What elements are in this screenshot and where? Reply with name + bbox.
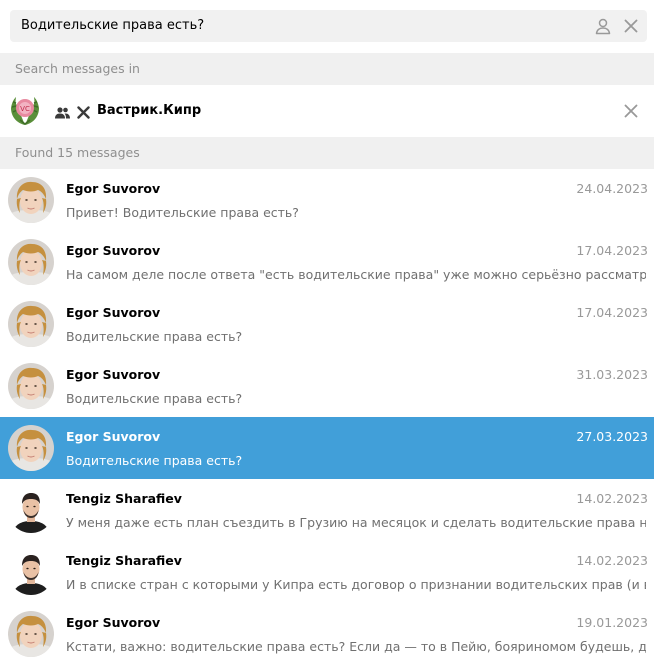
message-date: 19.01.2023 — [576, 615, 648, 630]
search-result-item[interactable]: Egor Suvorov 17.04.2023 Водительские права… — [0, 293, 654, 355]
message-preview: Кстати, важно: водительские права есть? … — [66, 639, 646, 654]
message-date: 17.04.2023 — [576, 305, 648, 320]
results-count-header: Found 15 messages — [0, 137, 654, 169]
message-date: 14.02.2023 — [576, 491, 648, 506]
sender-name: Tengiz Sharafiev — [66, 553, 182, 568]
chat-logo: VC — [8, 94, 42, 128]
sender-name: Tengiz Sharafiev — [66, 491, 182, 506]
avatar — [8, 611, 54, 657]
message-date: 27.03.2023 — [576, 429, 648, 444]
search-result-item[interactable]: Egor Suvorov 24.04.2023 Привет! Водительск… — [0, 169, 654, 231]
message-preview: Водительские права есть? — [66, 329, 243, 344]
avatar — [8, 363, 54, 409]
person-icon[interactable] — [594, 17, 612, 35]
message-date: 14.02.2023 — [576, 553, 648, 568]
message-date: 31.03.2023 — [576, 367, 648, 382]
search-result-item[interactable]: Egor Suvorov 31.03.2023 Водительские права… — [0, 355, 654, 417]
chat-scope-row: VC Вастрик.Кипр — [0, 86, 654, 136]
search-input[interactable]: Водительские права есть? — [21, 10, 204, 42]
search-scope-header: Search messages in — [0, 53, 654, 85]
search-result-item[interactable]: Tengiz Sharafiev 14.02.2023 У меня даже ес… — [0, 479, 654, 541]
search-result-item[interactable]: Egor Suvorov 19.01.2023 Кстати, важно: вод… — [0, 603, 654, 665]
message-preview: Водительские права есть? — [66, 391, 243, 406]
sender-name: Egor Suvorov — [66, 429, 161, 444]
sender-name: Egor Suvorov — [66, 181, 161, 196]
group-icon — [55, 104, 70, 119]
close-icon[interactable] — [622, 17, 640, 35]
message-preview: Водительские права есть? — [66, 453, 243, 468]
avatar — [8, 177, 54, 223]
chat-name: Вастрик.Кипр — [97, 103, 202, 118]
search-result-item[interactable]: Tengiz Sharafiev 14.02.2023 И в списке стр… — [0, 541, 654, 603]
search-result-item[interactable]: Egor Suvorov 17.04.2023 На самом деле посл… — [0, 231, 654, 293]
search-result-item[interactable]: Egor Suvorov 27.03.2023 Водительские права… — [0, 417, 654, 479]
x-icon — [77, 104, 90, 119]
close-icon[interactable] — [622, 102, 640, 120]
results-list: Egor Suvorov 24.04.2023 Привет! Водительск… — [0, 169, 654, 665]
sender-name: Egor Suvorov — [66, 305, 161, 320]
message-date: 17.04.2023 — [576, 243, 648, 258]
avatar — [8, 549, 54, 595]
message-preview: И в списке стран с которыми у Кипра есть… — [66, 577, 646, 592]
avatar — [8, 425, 54, 471]
sender-name: Egor Suvorov — [66, 243, 161, 258]
avatar — [8, 239, 54, 285]
message-preview: У меня даже есть план съездить в Грузию … — [66, 515, 646, 530]
message-date: 24.04.2023 — [576, 181, 648, 196]
svg-text:VC: VC — [20, 105, 30, 113]
sender-name: Egor Suvorov — [66, 367, 161, 382]
sender-name: Egor Suvorov — [66, 615, 161, 630]
search-bar[interactable]: Водительские права есть? — [10, 10, 647, 42]
avatar — [8, 487, 54, 533]
message-preview: Привет! Водительские права есть? — [66, 205, 299, 220]
message-preview: На самом деле после ответа "есть водител… — [66, 267, 646, 282]
avatar — [8, 301, 54, 347]
